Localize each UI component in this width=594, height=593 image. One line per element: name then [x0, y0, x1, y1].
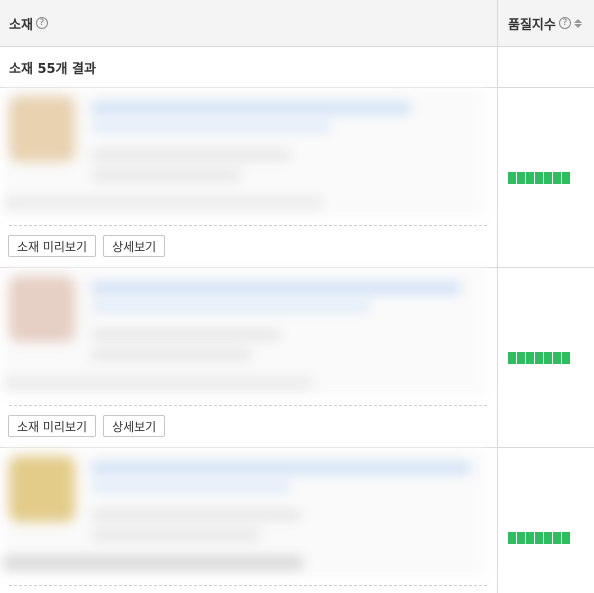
sort-icon[interactable] — [573, 18, 582, 28]
quality-segment — [562, 172, 570, 184]
preview-button[interactable]: 소재 미리보기 — [8, 415, 97, 437]
detail-button[interactable]: 상세보기 — [103, 235, 166, 257]
quality-help-icon[interactable]: ? — [558, 17, 571, 29]
table-row: 소재 미리보기 상세보기 — [0, 88, 594, 268]
quality-segment — [517, 352, 525, 364]
quality-segment — [535, 532, 543, 544]
quality-segment — [508, 532, 516, 544]
table-row: 소재 미리보기 상세보기 — [0, 268, 594, 448]
row-actions: 소재 미리보기 상세보기 — [8, 415, 166, 437]
ad-thumbnail — [9, 96, 75, 162]
preview-button[interactable]: 소재 미리보기 — [8, 235, 97, 257]
quality-segment — [544, 532, 552, 544]
quality-index-bar — [508, 172, 570, 184]
table-row — [0, 448, 594, 593]
quality-index-bar — [508, 532, 570, 544]
column-header-creative: 소재 ? — [9, 0, 48, 46]
column-divider — [497, 0, 498, 593]
quality-segment — [562, 532, 570, 544]
result-summary-row: 소재 55개 결과 — [0, 47, 594, 88]
ad-preview-blurred — [3, 268, 487, 396]
quality-segment — [526, 172, 534, 184]
quality-segment — [526, 352, 534, 364]
ad-preview-blurred — [3, 88, 487, 216]
column-header-quality[interactable]: 품질지수 ? — [508, 0, 582, 46]
row-divider — [9, 225, 487, 226]
quality-segment — [517, 172, 525, 184]
quality-segment — [535, 352, 543, 364]
quality-segment — [517, 532, 525, 544]
table-header: 소재 ? 품질지수 ? — [0, 0, 594, 47]
column-header-quality-label: 품질지수 — [508, 17, 556, 33]
quality-segment — [535, 172, 543, 184]
quality-segment — [544, 172, 552, 184]
result-count-text: 소재 55개 결과 — [9, 61, 96, 77]
quality-segment — [508, 352, 516, 364]
quality-segment — [544, 352, 552, 364]
quality-segment — [553, 172, 561, 184]
quality-index-bar — [508, 352, 570, 364]
quality-segment — [562, 352, 570, 364]
quality-segment — [526, 532, 534, 544]
creative-table: 소재 ? 품질지수 ? 소재 55개 결과 소재 미리보기 상세보기 소재 미리… — [0, 0, 594, 593]
column-header-creative-label: 소재 — [9, 17, 33, 33]
ad-preview-blurred — [3, 448, 487, 576]
ad-thumbnail — [9, 276, 75, 342]
row-divider — [9, 585, 487, 586]
quality-segment — [553, 352, 561, 364]
quality-segment — [553, 532, 561, 544]
quality-segment — [508, 172, 516, 184]
row-divider — [9, 405, 487, 406]
row-actions: 소재 미리보기 상세보기 — [8, 235, 166, 257]
detail-button[interactable]: 상세보기 — [103, 415, 166, 437]
ad-thumbnail — [9, 456, 75, 522]
creative-help-icon[interactable]: ? — [35, 17, 48, 29]
